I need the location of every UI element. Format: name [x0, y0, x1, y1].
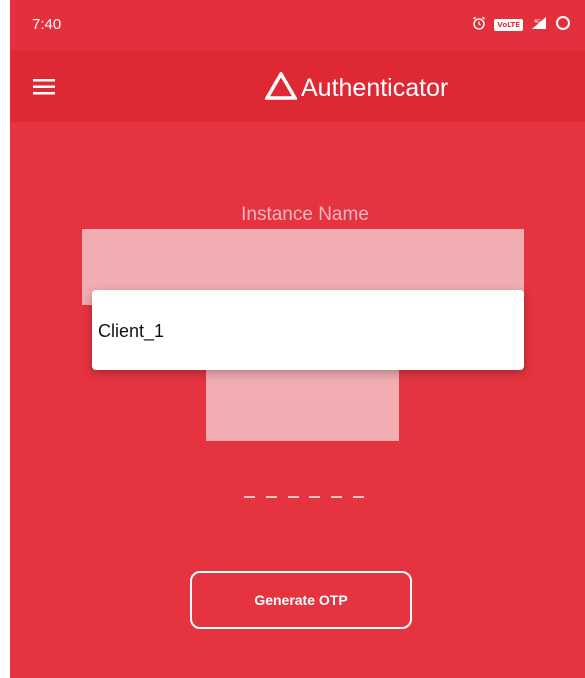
- signal-icon: 4G: [531, 16, 547, 35]
- otp-digit-placeholder: [352, 496, 364, 498]
- app-title-group: Authenticator: [263, 70, 449, 105]
- otp-digit-placeholder: [265, 496, 277, 498]
- app-bar: Authenticator: [10, 50, 585, 122]
- otp-digit-placeholder: [309, 496, 321, 498]
- status-bar: 7:40 VoLTE 4G: [10, 0, 585, 50]
- status-time: 7:40: [32, 16, 62, 33]
- generate-otp-button-label: Generate OTP: [254, 592, 348, 608]
- otp-placeholder: [244, 487, 364, 507]
- dropdown-option-client-1[interactable]: Client_1: [98, 321, 164, 342]
- instance-dropdown-popup[interactable]: Client_1: [92, 290, 524, 370]
- generate-otp-button[interactable]: Generate OTP: [190, 571, 412, 629]
- app-title: Authenticator: [301, 73, 449, 102]
- otp-digit-placeholder: [287, 496, 299, 498]
- alarm-icon: [472, 16, 486, 35]
- instance-name-label: Instance Name: [241, 204, 369, 225]
- svg-text:4G: 4G: [534, 19, 541, 25]
- app-screen: 7:40 VoLTE 4G Authenticator Instance Nam…: [10, 0, 585, 678]
- volte-icon: VoLTE: [494, 19, 523, 31]
- otp-digit-placeholder: [244, 496, 255, 498]
- data-saver-icon: [555, 15, 571, 36]
- secondary-field[interactable]: [206, 360, 399, 441]
- otp-digit-placeholder: [331, 496, 343, 498]
- triangle-logo-icon: [263, 70, 299, 105]
- status-icons: VoLTE 4G: [472, 15, 571, 35]
- hamburger-menu-icon[interactable]: [24, 74, 64, 100]
